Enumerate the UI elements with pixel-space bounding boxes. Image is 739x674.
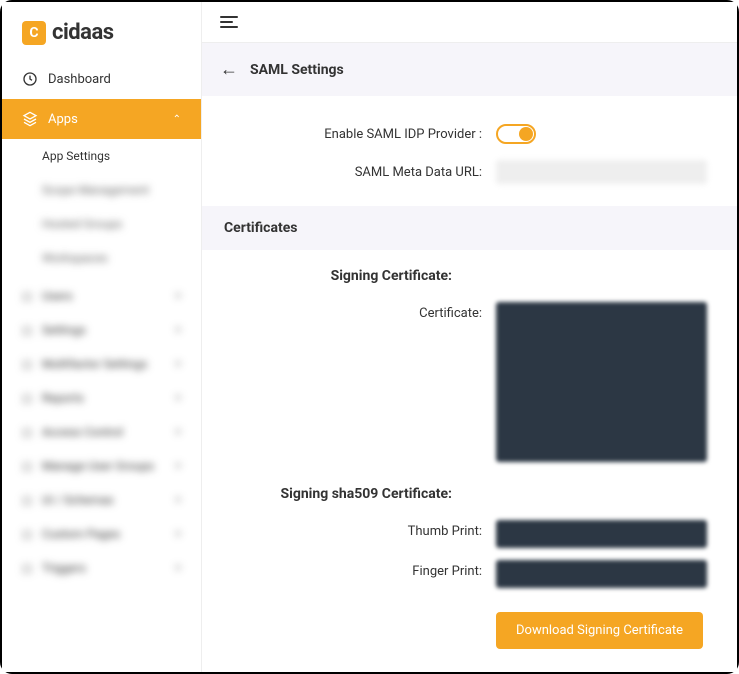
main-content: ← SAML Settings Enable SAML IDP Provider… <box>202 2 737 672</box>
sidebar-subitem-blurred[interactable]: Workspaces <box>22 241 201 275</box>
brand-name: cidaas <box>52 20 114 45</box>
certificate-textarea[interactable] <box>496 302 707 462</box>
sidebar-item-blurred[interactable]: ◻Custom Pages˅ <box>2 517 201 551</box>
sidebar-item-blurred[interactable]: ◻Multifactor Settings˅ <box>2 347 201 381</box>
sidebar-item-blurred[interactable]: ◻Settings˅ <box>2 313 201 347</box>
sha509-header: Signing sha509 Certificate: <box>202 486 482 514</box>
apps-icon <box>22 111 38 127</box>
topbar <box>202 2 737 43</box>
page-header: ← SAML Settings <box>202 43 737 96</box>
thumbprint-field[interactable] <box>496 520 707 548</box>
sidebar-subitem-blurred[interactable]: Scope Management <box>22 173 201 207</box>
back-arrow-icon[interactable]: ← <box>220 59 238 80</box>
sidebar-item-dashboard[interactable]: Dashboard <box>2 59 201 99</box>
sidebar-item-blurred[interactable]: ◻Reports˅ <box>2 381 201 415</box>
enable-saml-label: Enable SAML IDP Provider : <box>232 127 482 142</box>
metadata-url-label: SAML Meta Data URL: <box>232 165 482 180</box>
fingerprint-field[interactable] <box>496 560 707 588</box>
signing-cert-header: Signing Certificate: <box>202 268 482 296</box>
sidebar-subitem-app-settings[interactable]: App Settings <box>22 139 201 173</box>
sidebar-item-blurred[interactable]: ◻Triggers˅ <box>2 551 201 585</box>
sidebar-item-blurred[interactable]: ◻Manage User Groups˅ <box>2 449 201 483</box>
sidebar-item-apps[interactable]: Apps ⌃ <box>2 99 201 139</box>
sidebar-subnav: App Settings Scope Management Hosted Gro… <box>2 139 201 275</box>
thumbprint-label: Thumb Print: <box>232 520 482 539</box>
sidebar-item-blurred[interactable]: ◻Access Control˅ <box>2 415 201 449</box>
brand-icon <box>22 21 46 45</box>
enable-saml-toggle[interactable] <box>496 124 536 144</box>
sidebar-label: Apps <box>48 112 78 127</box>
sidebar-item-blurred[interactable]: ◻UI / Schemas˅ <box>2 483 201 517</box>
dashboard-icon <box>22 71 38 87</box>
toggle-knob <box>519 127 533 141</box>
metadata-url-field[interactable] <box>496 160 707 184</box>
download-signing-cert-button[interactable]: Download Signing Certificate <box>496 612 703 649</box>
certificate-label: Certificate: <box>232 302 482 321</box>
section-certificates: Certificates <box>202 206 737 250</box>
fingerprint-label: Finger Print: <box>232 560 482 579</box>
sidebar: cidaas Dashboard Apps ⌃ App Settings Sco… <box>2 2 202 672</box>
sidebar-subitem-blurred[interactable]: Hosted Groups <box>22 207 201 241</box>
page-title: SAML Settings <box>250 62 344 78</box>
brand-logo: cidaas <box>2 2 201 59</box>
sidebar-item-blurred[interactable]: ◻Users˅ <box>2 279 201 313</box>
hamburger-icon[interactable] <box>220 16 238 28</box>
chevron-up-icon: ⌃ <box>173 114 181 125</box>
sidebar-label: Dashboard <box>48 72 111 87</box>
